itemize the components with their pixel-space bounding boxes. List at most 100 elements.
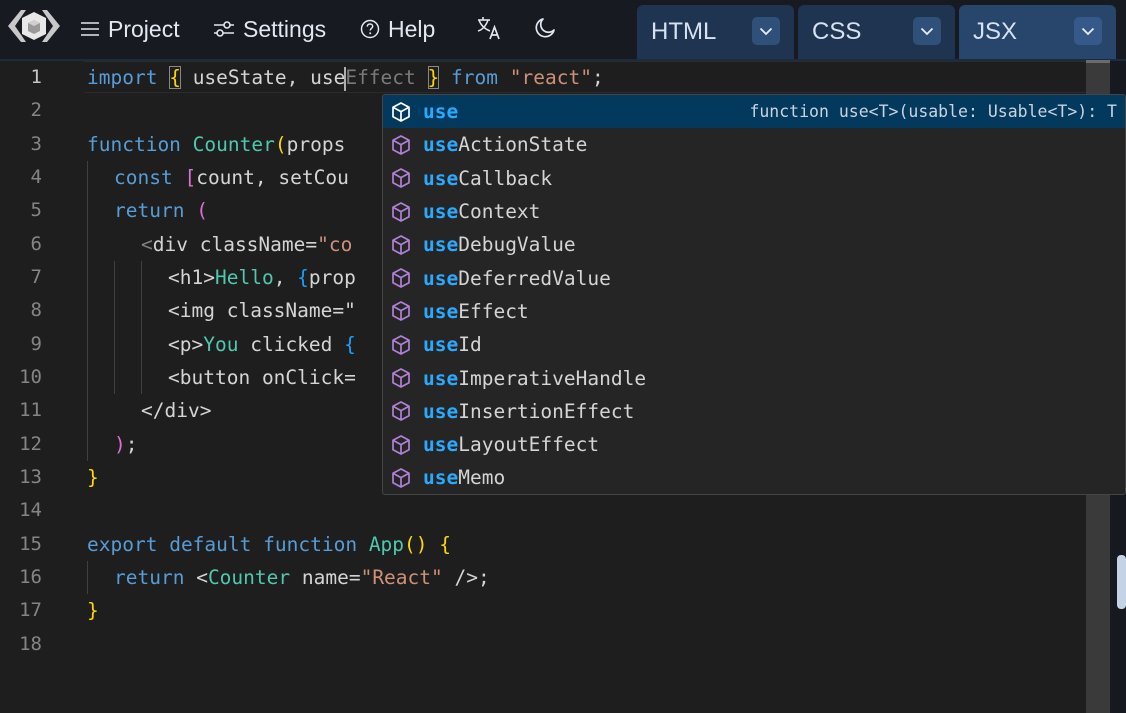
code-line-5: return (: [114, 194, 208, 227]
code-line-6: <div className="co: [141, 228, 352, 261]
keyword: function: [263, 532, 358, 556]
translate-icon: [477, 17, 500, 40]
theme-toggle-button[interactable]: [531, 14, 559, 42]
code-cube-logo-icon: [8, 10, 60, 42]
string-literal: "co: [317, 232, 353, 256]
autocomplete-item[interactable]: useDebugValue: [383, 228, 1125, 261]
autocomplete-item[interactable]: useMemo: [383, 461, 1125, 494]
chevron-down-icon: [1081, 27, 1095, 35]
tab-css-dropdown[interactable]: [913, 17, 941, 45]
autocomplete-item-label: useLayoutEffect: [423, 433, 599, 456]
autocomplete-match-highlight: use: [423, 100, 459, 124]
autocomplete-item[interactable]: useEffect: [383, 295, 1125, 328]
line-number: 17: [19, 599, 42, 621]
line-number: 6: [30, 232, 42, 255]
autocomplete-match-highlight: use: [423, 399, 459, 423]
string-literal: ": [344, 299, 356, 322]
moon-icon: [535, 18, 555, 38]
autocomplete-item[interactable]: useDeferredValue: [383, 262, 1125, 295]
autocomplete-item[interactable]: use function use<T>(usable: Usable<T>): T: [383, 95, 1125, 129]
editor-scrollbar-position-marker: [1086, 60, 1110, 63]
page-scrollbar-thumb[interactable]: [1117, 555, 1126, 609]
indent-guide: [87, 561, 88, 594]
autocomplete-item-label: useEffect: [423, 300, 529, 323]
bracket: (: [274, 132, 287, 156]
nav-help[interactable]: Help: [360, 12, 435, 46]
menu-icon: [81, 22, 99, 36]
autocomplete-item-rest: Callback: [458, 166, 553, 190]
translate-button[interactable]: [475, 14, 503, 42]
nav-help-label: Help: [388, 15, 436, 42]
autocomplete-item-label: useImperativeHandle: [423, 367, 646, 390]
tag-name: img: [179, 299, 215, 322]
line-number: 8: [30, 299, 42, 321]
autocomplete-item[interactable]: useCallback: [383, 162, 1125, 195]
app-logo[interactable]: [6, 6, 62, 46]
help-circle-icon: [360, 19, 380, 39]
autocomplete-item-label: useDebugValue: [423, 233, 576, 256]
autocomplete-item-rest: Memo: [458, 466, 506, 490]
autocomplete-match-highlight: use: [423, 366, 459, 390]
bracket: }: [87, 599, 99, 622]
tab-css[interactable]: CSS: [798, 5, 955, 59]
bracket-match: }: [427, 66, 440, 89]
tag-bracket: />;: [442, 566, 490, 589]
cube-icon: [390, 134, 412, 156]
tag-bracket: <: [168, 266, 180, 289]
code-line-8: <img className=": [168, 294, 356, 327]
autocomplete-item-label: useContext: [423, 200, 540, 223]
attribute: className=: [214, 299, 345, 322]
autocomplete-match-highlight: use: [423, 466, 459, 490]
nav-settings[interactable]: Settings: [213, 12, 326, 46]
autocomplete-item[interactable]: useInsertionEffect: [383, 395, 1125, 428]
autocomplete-item-rest: Context: [458, 200, 541, 224]
punctuation: ;: [125, 432, 138, 456]
keyword: from: [451, 66, 498, 89]
cube-icon: [390, 101, 412, 123]
line-number: 11: [19, 399, 42, 421]
import-names: useState, use: [180, 66, 346, 89]
tag-name: div: [164, 399, 200, 422]
keyword: import: [87, 66, 158, 89]
nav-project[interactable]: Project: [80, 12, 180, 46]
line-number: 4: [30, 166, 42, 188]
identifier: prop: [308, 266, 356, 289]
jsx-text: Hello: [214, 266, 274, 289]
tag-name: p: [179, 332, 192, 356]
autocomplete-match-highlight: use: [423, 166, 459, 190]
autocomplete-item[interactable]: useLayoutEffect: [383, 428, 1125, 461]
line-number: 1: [30, 66, 42, 88]
chevron-down-icon: [759, 27, 773, 35]
autocomplete-item[interactable]: useContext: [383, 195, 1125, 228]
autocomplete-item[interactable]: useActionState: [383, 128, 1125, 161]
attribute: name=: [290, 566, 361, 589]
attribute: onClick=: [250, 366, 356, 389]
tab-html-dropdown[interactable]: [752, 17, 780, 45]
tab-html[interactable]: HTML: [637, 5, 794, 59]
bracket: ): [114, 432, 126, 456]
autocomplete-widget[interactable]: use function use<T>(usable: Usable<T>): T…: [382, 94, 1126, 495]
autocomplete-item[interactable]: useId: [383, 328, 1125, 361]
tag-bracket: <: [168, 332, 180, 356]
line-number: 18: [19, 632, 42, 655]
string-literal: "React": [360, 566, 443, 589]
line-number: 15: [19, 532, 42, 555]
tab-jsx[interactable]: JSX: [959, 5, 1116, 59]
autocomplete-item[interactable]: useImperativeHandle: [383, 361, 1125, 394]
keyword: export: [87, 532, 158, 556]
autocomplete-match-highlight: use: [423, 433, 459, 457]
tab-jsx-dropdown[interactable]: [1074, 17, 1102, 45]
tab-html-label: HTML: [651, 18, 717, 45]
bracket: {: [344, 332, 356, 356]
top-bar: Project Settings Help HTML CSS JSX: [0, 0, 1126, 60]
indent-guide: [87, 261, 88, 461]
keyword: return: [114, 566, 185, 589]
tag-bracket: <: [168, 299, 180, 322]
keyword: function: [87, 132, 181, 156]
